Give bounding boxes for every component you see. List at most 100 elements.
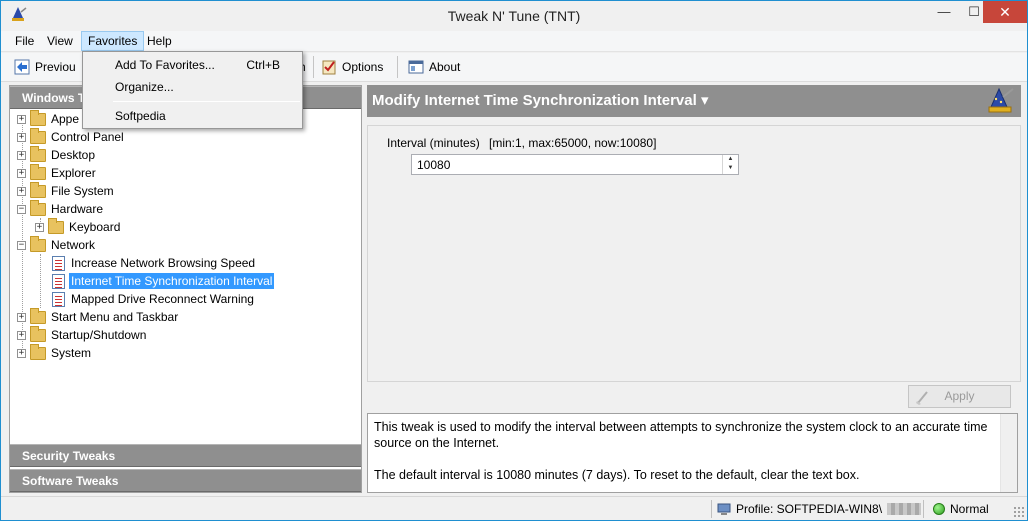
menu-view[interactable]: View — [41, 31, 79, 51]
status-bar: Profile: SOFTPEDIA-WIN8\ Normal — [1, 496, 1027, 520]
menu-bar: File View Favorites Help — [1, 31, 1027, 52]
security-tweaks-header[interactable]: Security Tweaks — [10, 444, 361, 467]
close-button[interactable]: ✕ — [983, 1, 1027, 23]
tree-item-label: Desktop — [51, 148, 96, 162]
app-window: Tweak N' Tune (TNT) — ☐ ✕ File View Favo… — [0, 0, 1028, 521]
window-title: Tweak N' Tune (TNT) — [447, 8, 581, 24]
favorites-dropdown: Add To Favorites... Ctrl+B Organize... S… — [82, 51, 303, 129]
folder-icon — [30, 235, 46, 252]
menu-file[interactable]: File — [9, 31, 40, 51]
about-button[interactable]: About — [408, 56, 460, 78]
tree-item-desktop[interactable]: + Desktop — [17, 145, 97, 164]
tree-item-startup-shutdown[interactable]: + Startup/Shutdown — [17, 325, 148, 344]
tree-item-increase-network-browsing-speed[interactable]: Increase Network Browsing Speed — [52, 254, 257, 272]
menu-item-softpedia[interactable]: Softpedia — [85, 105, 300, 127]
tweak-list-icon — [52, 273, 65, 289]
tweak-list-icon — [52, 255, 65, 271]
folder-icon — [30, 181, 46, 198]
stepper-down-icon[interactable]: ▼ — [723, 164, 738, 173]
chevron-down-icon[interactable]: ▾ — [701, 92, 709, 109]
tree-item-explorer[interactable]: + Explorer — [17, 163, 98, 182]
folder-icon — [30, 307, 46, 324]
collapse-icon[interactable]: − — [17, 240, 26, 250]
tree-item-start-menu-taskbar[interactable]: + Start Menu and Taskbar — [17, 307, 180, 326]
tweak-title-header[interactable]: Modify Internet Time Synchronization Int… — [367, 85, 1021, 117]
about-label: About — [429, 60, 461, 74]
description-paragraph: The default interval is 10080 minutes (7… — [374, 468, 860, 482]
tree-item-label: Appe — [51, 112, 80, 126]
folder-icon — [30, 109, 46, 126]
expand-icon[interactable]: + — [17, 168, 26, 178]
back-arrow-icon — [14, 59, 30, 75]
menu-item-add-to-favorites[interactable]: Add To Favorites... Ctrl+B — [85, 54, 300, 76]
folder-icon — [30, 163, 46, 180]
previous-button[interactable]: Previou — [14, 56, 76, 78]
interval-label: Interval (minutes) — [387, 136, 480, 150]
menu-help[interactable]: Help — [141, 31, 178, 51]
minimize-button[interactable]: — — [929, 1, 959, 23]
collapse-icon[interactable]: − — [17, 204, 26, 214]
options-button[interactable]: Options — [321, 56, 383, 78]
interval-range-label: [min:1, max:65000, now:10080] — [489, 136, 657, 150]
interval-stepper[interactable]: ▲ ▼ — [411, 154, 739, 175]
tree-item-label: File System — [51, 184, 114, 198]
tree-item-file-system[interactable]: + File System — [17, 181, 116, 200]
tree-item-label: Start Menu and Taskbar — [51, 310, 179, 324]
tweak-description: This tweak is used to modify the interva… — [367, 413, 1018, 493]
title-bar[interactable]: Tweak N' Tune (TNT) — ☐ ✕ — [1, 1, 1027, 31]
add-to-favorites-label: Add To Favorites... — [115, 58, 215, 72]
status-separator — [711, 500, 712, 518]
folder-icon — [30, 325, 46, 342]
expand-icon[interactable]: + — [17, 132, 26, 142]
tree-item-label: Explorer — [51, 166, 96, 180]
tree-item-label: Control Panel — [51, 130, 124, 144]
software-tweaks-header[interactable]: Software Tweaks — [10, 469, 361, 492]
profile-status: Profile: SOFTPEDIA-WIN8\ — [717, 501, 922, 517]
expand-icon[interactable]: + — [17, 312, 26, 322]
resize-grip-icon[interactable] — [1013, 506, 1025, 518]
expand-icon[interactable]: + — [17, 348, 26, 358]
tree-item-label: Hardware — [51, 202, 104, 216]
expand-icon[interactable]: + — [35, 222, 44, 232]
tree-item-network[interactable]: − Network — [17, 235, 97, 254]
toolbar-separator — [313, 56, 314, 78]
menu-separator — [113, 101, 300, 102]
expand-icon[interactable]: + — [17, 150, 26, 160]
tree-item-keyboard[interactable]: + Keyboard — [35, 217, 122, 236]
tree-item-appearance[interactable]: + Appe — [17, 109, 81, 128]
description-paragraph: This tweak is used to modify the interva… — [374, 420, 988, 450]
tree-item-hardware[interactable]: − Hardware — [17, 199, 105, 218]
tweak-list-icon — [52, 291, 65, 307]
tree-item-label: Startup/Shutdown — [51, 328, 147, 342]
tree-item-label-selected: Internet Time Synchronization Interval — [69, 273, 275, 289]
previous-label: Previou — [35, 60, 76, 74]
tree-item-label: Increase Network Browsing Speed — [71, 256, 256, 270]
tweak-tree[interactable]: + Appe + Control Panel + Desktop + Explo… — [10, 109, 361, 440]
menu-item-organize[interactable]: Organize... — [85, 76, 300, 98]
tree-item-system[interactable]: + System — [17, 343, 93, 362]
tree-item-mapped-drive-reconnect-warning[interactable]: Mapped Drive Reconnect Warning — [52, 290, 256, 308]
folder-icon — [30, 343, 46, 360]
stepper-buttons: ▲ ▼ — [722, 155, 738, 174]
tree-item-label: Network — [51, 238, 96, 252]
description-scrollbar[interactable] — [1000, 414, 1017, 492]
options-checklist-icon — [322, 60, 336, 75]
apply-button[interactable]: Apply — [908, 385, 1011, 408]
interval-input[interactable] — [412, 155, 720, 174]
expand-icon[interactable]: + — [17, 114, 26, 124]
expand-icon[interactable]: + — [17, 186, 26, 196]
tree-item-control-panel[interactable]: + Control Panel — [17, 127, 126, 146]
folder-icon — [48, 217, 64, 234]
apply-label: Apply — [944, 389, 975, 403]
stepper-up-icon[interactable]: ▲ — [723, 155, 738, 164]
wizard-icon — [988, 87, 1014, 113]
tree-item-internet-time-sync-interval[interactable]: Internet Time Synchronization Interval — [52, 272, 275, 290]
menu-favorites[interactable]: Favorites — [81, 31, 145, 51]
options-label: Options — [342, 60, 384, 74]
tree-item-label: Mapped Drive Reconnect Warning — [71, 292, 254, 306]
mode-label: Normal — [950, 502, 989, 516]
profile-computer-icon — [717, 503, 731, 515]
about-window-icon — [408, 60, 424, 74]
expand-icon[interactable]: + — [17, 330, 26, 340]
profile-label: Profile: SOFTPEDIA-WIN8\ — [736, 502, 883, 516]
